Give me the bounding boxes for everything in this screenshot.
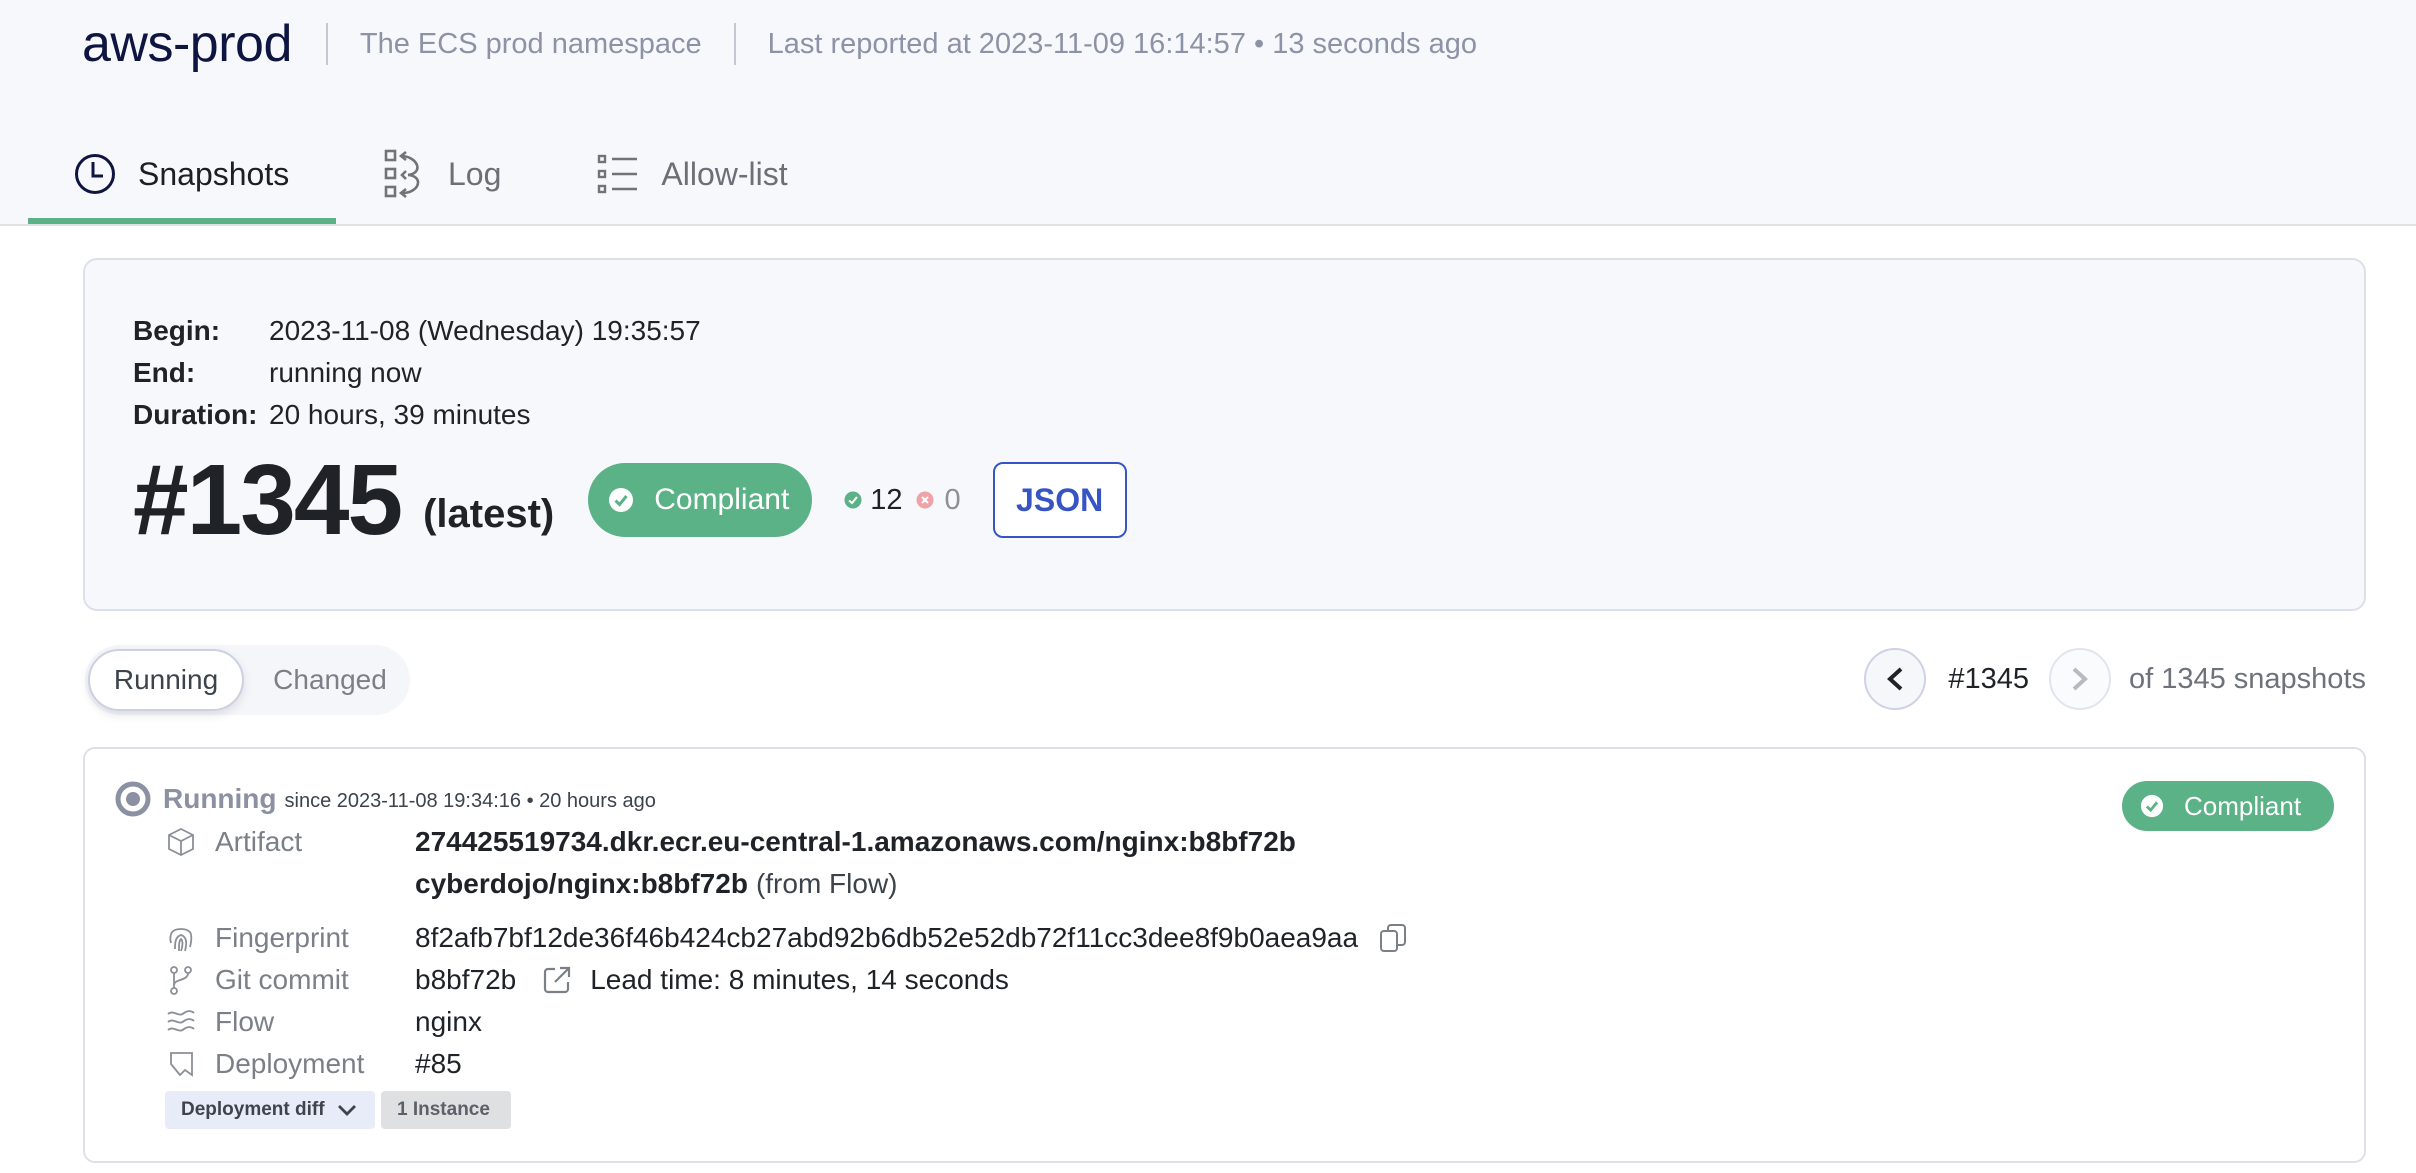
duration-row: Duration: 20 hours, 39 minutes [133, 394, 701, 436]
deployment-row: Deployment #85 [165, 1043, 1408, 1085]
deployment-diff-toggle[interactable]: Deployment diff [165, 1091, 375, 1129]
snapshot-heading: #1345 (latest) Compliant 12 0 JSON [133, 440, 1127, 560]
toggle-changed[interactable]: Changed [270, 649, 390, 711]
begin-label: Begin: [133, 315, 221, 346]
running-header: Running since 2023-11-08 19:34:16 • 20 h… [115, 781, 656, 817]
check-circle-icon [609, 488, 634, 512]
fingerprint-value: 8f2afb7bf12de36f46b424cb27abd92b6db52e52… [415, 922, 1359, 953]
duration-label: Duration: [133, 399, 258, 430]
compliance-status: Compliant [654, 483, 790, 516]
artifact-compliance-status: Compliant [2184, 790, 2302, 821]
git-commit-value: b8bf72b [415, 964, 517, 995]
artifact-label: Artifact [215, 826, 303, 857]
running-indicator-icon [115, 781, 151, 817]
running-since: since 2023-11-08 19:34:16 • 20 hours ago [284, 789, 656, 812]
tab-log[interactable]: Log [336, 130, 549, 218]
artifact-name[interactable]: 274425519734.dkr.ecr.eu-central-1.amazon… [415, 826, 1296, 858]
deployment-value[interactable]: #85 [415, 1048, 462, 1080]
next-snapshot-button[interactable] [2048, 648, 2111, 710]
git-commit-label: Git commit [215, 964, 349, 995]
compliant-count: 12 [870, 483, 903, 516]
deployment-icon [165, 1048, 197, 1080]
end-label: End: [133, 357, 196, 388]
deployment-diff-label: Deployment diff [181, 1099, 325, 1120]
tab-allow-list[interactable]: Allow-list [549, 130, 835, 218]
snapshot-number: #1345 [133, 443, 403, 556]
environment-title: aws-prod [82, 15, 292, 73]
instance-count-chip: 1 Instance [381, 1091, 511, 1129]
view-toggle: Running Changed [85, 645, 410, 715]
environment-description: The ECS prod namespace [359, 27, 702, 60]
lead-time: Lead time: 8 minutes, 14 seconds [590, 964, 1009, 995]
json-button[interactable]: JSON [992, 462, 1127, 538]
cube-icon [165, 826, 197, 858]
flow-icon [165, 1006, 197, 1038]
page-header: aws-prod The ECS prod namespace Last rep… [82, 14, 1477, 74]
tab-label: Allow-list [661, 155, 788, 192]
header-divider [325, 23, 328, 65]
snapshot-meta: Begin: 2023-11-08 (Wednesday) 19:35:57 E… [133, 310, 701, 436]
artifact-fields: Artifact 274425519734.dkr.ecr.eu-central… [165, 821, 1408, 1085]
artifact-compliance-badge: Compliant [2122, 781, 2334, 831]
git-commit-row: Git commit b8bf72b Lead time: 8 minutes,… [165, 959, 1408, 1001]
artifact-row: Artifact 274425519734.dkr.ecr.eu-central… [165, 821, 1408, 863]
check-circle-icon [2140, 794, 2164, 818]
fingerprint-icon [165, 922, 197, 954]
flow-row: Flow nginx [165, 1001, 1408, 1043]
header-divider [733, 23, 736, 65]
noncompliant-count: 0 [944, 483, 961, 516]
end-value: running now [269, 357, 422, 388]
flow-value[interactable]: nginx [415, 1006, 482, 1038]
noncompliant-count-icon [916, 491, 934, 509]
log-icon [384, 149, 426, 199]
fingerprint-label: Fingerprint [215, 922, 349, 953]
snapshot-pager: #1345 of 1345 snapshots [1864, 648, 2366, 710]
tab-label: Snapshots [138, 155, 290, 192]
artifact-flow-suffix: (from Flow) [755, 868, 898, 899]
fingerprint-row: Fingerprint 8f2afb7bf12de36f46b424cb27ab… [165, 917, 1408, 959]
deployment-label: Deployment [215, 1048, 365, 1079]
running-state: Running [163, 783, 277, 814]
begin-value: 2023-11-08 (Wednesday) 19:35:57 [269, 315, 701, 346]
git-branch-icon [165, 964, 197, 996]
snapshot-summary-panel: Begin: 2023-11-08 (Wednesday) 19:35:57 E… [83, 258, 2366, 611]
copy-icon[interactable] [1378, 922, 1408, 954]
chevron-down-icon [337, 1105, 356, 1116]
compliant-count-icon [844, 491, 862, 509]
duration-value: 20 hours, 39 minutes [269, 399, 531, 430]
running-artifact-card: Running since 2023-11-08 19:34:16 • 20 h… [83, 747, 2366, 1163]
tab-divider [0, 224, 2416, 226]
artifact-flow-row: cyberdojo/nginx:b8bf72b (from Flow) [165, 863, 1408, 905]
external-link-icon[interactable] [542, 965, 572, 995]
chevron-left-icon [1887, 667, 1903, 691]
latest-label: (latest) [423, 491, 555, 536]
list-icon [597, 150, 639, 198]
snapshot-total: of 1345 snapshots [2128, 662, 2366, 695]
previous-snapshot-button[interactable] [1864, 648, 1927, 710]
flow-label: Flow [215, 1006, 275, 1037]
chevron-right-icon [2072, 667, 2088, 691]
tab-snapshots[interactable]: Snapshots [28, 130, 336, 218]
tab-label: Log [448, 155, 502, 192]
clock-icon [74, 150, 116, 198]
last-reported: Last reported at 2023-11-09 16:14:57 • 1… [767, 27, 1477, 60]
toggle-running[interactable]: Running [88, 649, 244, 711]
end-row: End: running now [133, 352, 701, 394]
card-chips: Deployment diff 1 Instance [165, 1091, 511, 1129]
tab-bar: Snapshots Log Allow-list [28, 130, 836, 224]
current-snapshot: #1345 [1948, 662, 2029, 695]
compliance-badge: Compliant [588, 463, 813, 537]
begin-row: Begin: 2023-11-08 (Wednesday) 19:35:57 [133, 310, 701, 352]
compliance-counts: 12 0 [844, 483, 961, 517]
artifact-flow-name[interactable]: cyberdojo/nginx:b8bf72b [415, 868, 748, 900]
